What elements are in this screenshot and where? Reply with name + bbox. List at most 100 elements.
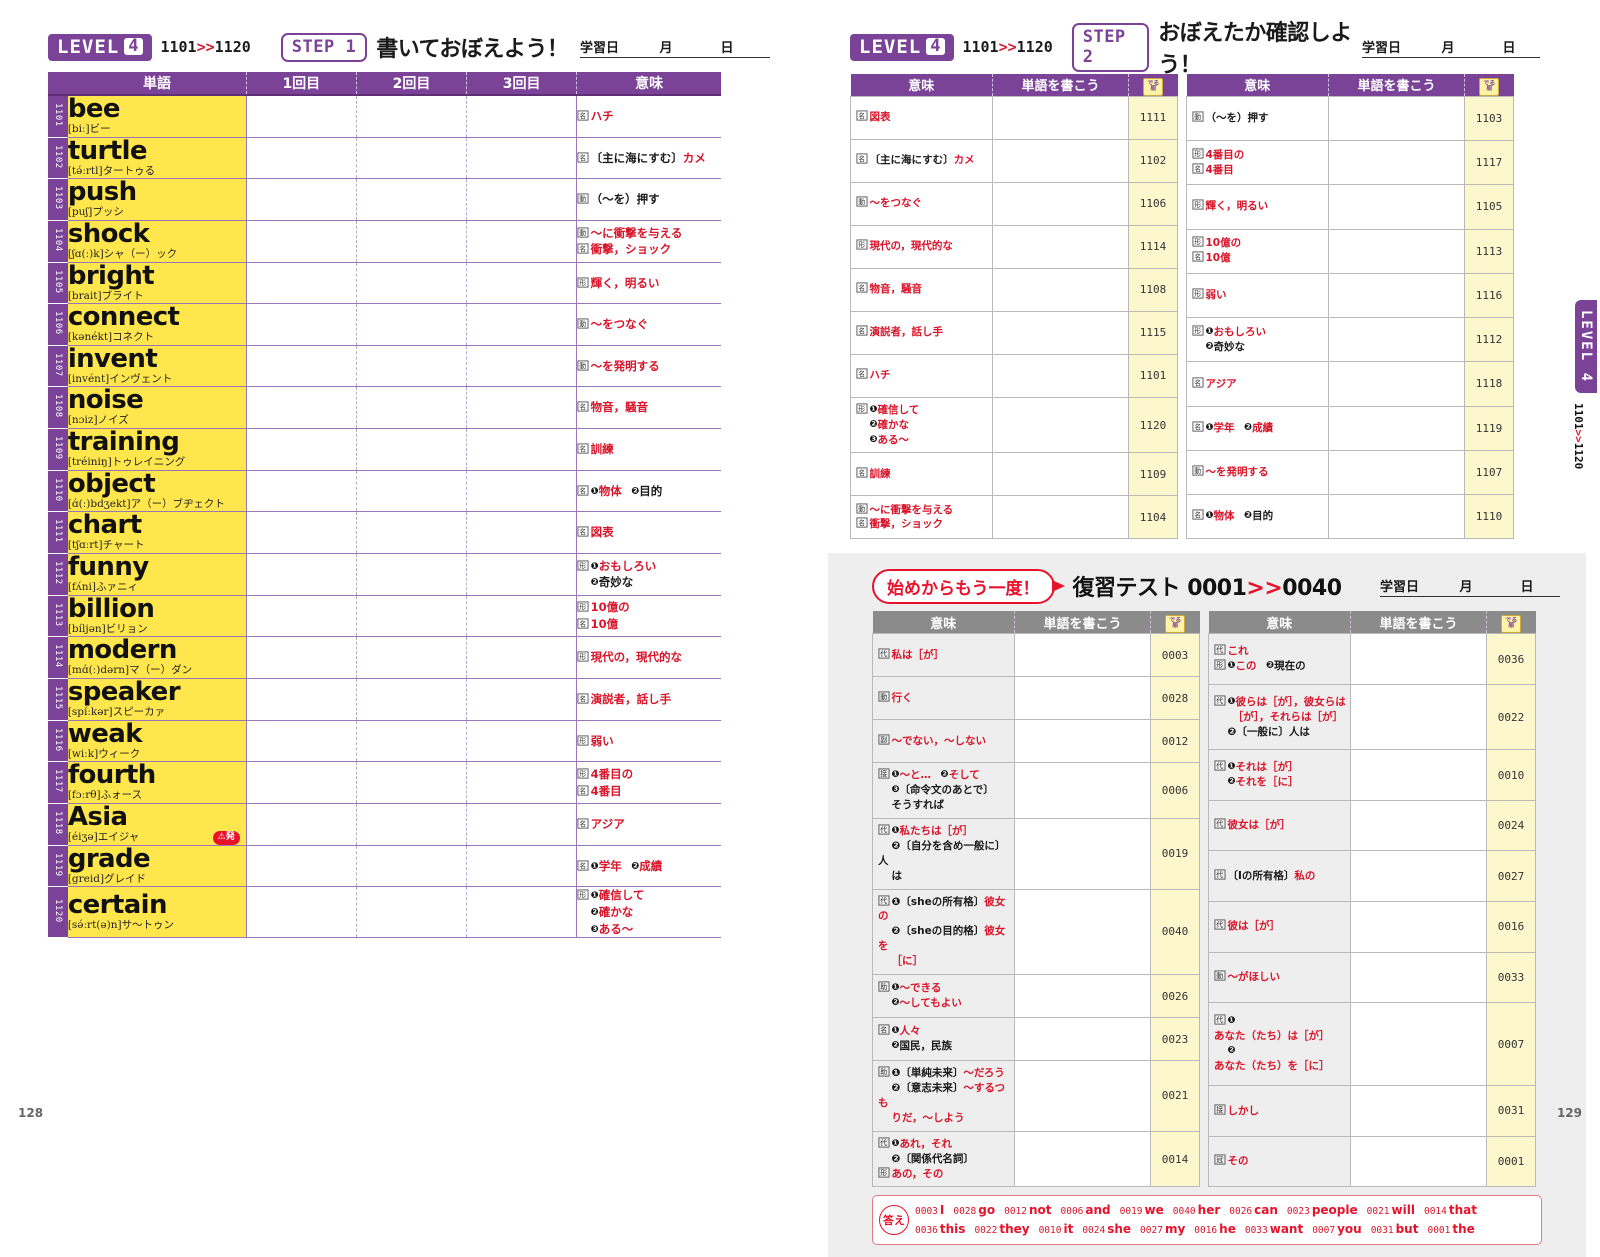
answer-input-cell[interactable] <box>1328 228 1465 274</box>
writing-cell-2[interactable] <box>356 220 468 263</box>
writing-cell-2[interactable] <box>356 803 468 846</box>
writing-cell-3[interactable] <box>466 720 578 763</box>
answer-input-cell[interactable] <box>1350 683 1487 751</box>
writing-cell-2[interactable] <box>356 720 468 763</box>
answer-input-cell[interactable] <box>1350 901 1487 953</box>
writing-cell-2[interactable] <box>356 511 468 555</box>
writing-cell-2[interactable] <box>356 595 468 638</box>
writing-cell-1[interactable] <box>246 845 357 888</box>
answer-input-cell[interactable] <box>1014 1060 1151 1132</box>
writing-cell-2[interactable] <box>356 137 468 180</box>
writing-cell-2[interactable] <box>356 93 468 138</box>
writing-cell-1[interactable] <box>246 886 357 939</box>
writing-cell-2[interactable] <box>356 345 468 388</box>
study-date-field[interactable]: 学習日 月 日 <box>580 37 770 58</box>
study-date-field-2[interactable]: 学習日 月 日 <box>1362 37 1540 58</box>
writing-cell-1[interactable] <box>246 178 357 221</box>
writing-cell-1[interactable] <box>246 345 357 388</box>
answer-input-cell[interactable] <box>992 396 1129 454</box>
answer-input-cell[interactable] <box>1328 317 1465 363</box>
answer-input-cell[interactable] <box>992 310 1129 355</box>
answer-input-cell[interactable] <box>1328 95 1465 142</box>
answer-input-cell[interactable] <box>1328 449 1465 496</box>
writing-cell-3[interactable] <box>466 845 578 888</box>
answer-input-cell[interactable] <box>1328 405 1465 451</box>
answer-input-cell[interactable] <box>1350 850 1487 902</box>
writing-cell-3[interactable] <box>466 428 578 471</box>
answer-input-cell[interactable] <box>1328 494 1465 540</box>
study-date-field-3[interactable]: 学習日 月 日 <box>1380 576 1560 597</box>
answer-input-cell[interactable] <box>1014 762 1151 819</box>
writing-cell-3[interactable] <box>466 803 578 846</box>
writing-cell-2[interactable] <box>356 428 468 471</box>
writing-cell-3[interactable] <box>466 262 578 305</box>
answer-input-cell[interactable] <box>1014 974 1151 1019</box>
writing-cell-2[interactable] <box>356 470 468 513</box>
writing-cell-2[interactable] <box>356 761 468 804</box>
answer-input-cell[interactable] <box>992 181 1129 226</box>
answer-input-cell[interactable] <box>992 495 1129 540</box>
answer-input-cell[interactable] <box>1350 799 1487 852</box>
writing-cell-2[interactable] <box>356 553 468 596</box>
writing-cell-1[interactable] <box>246 761 357 804</box>
answer-input-cell[interactable] <box>1014 633 1151 678</box>
writing-cell-1[interactable] <box>246 803 357 846</box>
writing-cell-2[interactable] <box>356 636 468 679</box>
writing-cell-1[interactable] <box>246 386 357 430</box>
answer-input-cell[interactable] <box>992 452 1129 497</box>
answer-input-cell[interactable] <box>1328 272 1465 319</box>
writing-cell-1[interactable] <box>246 553 357 596</box>
answer-input-cell[interactable] <box>1014 1130 1151 1188</box>
writing-cell-1[interactable] <box>246 220 357 263</box>
writing-cell-3[interactable] <box>466 345 578 388</box>
writing-cell-2[interactable] <box>356 845 468 888</box>
writing-cell-3[interactable] <box>466 220 578 263</box>
writing-cell-3[interactable] <box>466 470 578 513</box>
writing-cell-3[interactable] <box>466 137 578 180</box>
writing-cell-3[interactable] <box>466 93 578 138</box>
writing-cell-1[interactable] <box>246 636 357 679</box>
writing-cell-3[interactable] <box>466 886 578 939</box>
writing-cell-1[interactable] <box>246 511 357 555</box>
writing-cell-3[interactable] <box>466 303 578 346</box>
writing-cell-3[interactable] <box>466 511 578 555</box>
writing-cell-1[interactable] <box>246 720 357 763</box>
answer-input-cell[interactable] <box>992 95 1129 140</box>
writing-cell-1[interactable] <box>246 595 357 638</box>
writing-cell-2[interactable] <box>356 678 468 721</box>
answer-input-cell[interactable] <box>1350 1002 1487 1087</box>
writing-cell-2[interactable] <box>356 262 468 305</box>
writing-cell-2[interactable] <box>356 386 468 430</box>
writing-cell-1[interactable] <box>246 303 357 346</box>
answer-input-cell[interactable] <box>1014 719 1151 764</box>
answer-input-cell[interactable] <box>992 138 1129 183</box>
writing-cell-1[interactable] <box>246 262 357 305</box>
answer-input-cell[interactable] <box>992 353 1129 398</box>
writing-cell-3[interactable] <box>466 636 578 679</box>
answer-input-cell[interactable] <box>992 267 1129 312</box>
answer-input-cell[interactable] <box>992 224 1129 269</box>
answer-input-cell[interactable] <box>1014 676 1151 721</box>
writing-cell-3[interactable] <box>466 386 578 430</box>
answer-input-cell[interactable] <box>1014 1017 1151 1062</box>
answer-input-cell[interactable] <box>1350 951 1487 1004</box>
writing-cell-3[interactable] <box>466 678 578 721</box>
answer-input-cell[interactable] <box>1350 1135 1487 1188</box>
writing-cell-1[interactable] <box>246 93 357 138</box>
writing-cell-3[interactable] <box>466 761 578 804</box>
writing-cell-2[interactable] <box>356 303 468 346</box>
answer-input-cell[interactable] <box>1014 817 1151 890</box>
answer-input-cell[interactable] <box>1350 1085 1487 1137</box>
writing-cell-3[interactable] <box>466 553 578 596</box>
writing-cell-2[interactable] <box>356 886 468 939</box>
writing-cell-1[interactable] <box>246 137 357 180</box>
answer-input-cell[interactable] <box>1328 361 1465 407</box>
writing-cell-1[interactable] <box>246 678 357 721</box>
answer-input-cell[interactable] <box>1328 140 1465 186</box>
writing-cell-1[interactable] <box>246 470 357 513</box>
writing-cell-3[interactable] <box>466 178 578 221</box>
answer-input-cell[interactable] <box>1014 888 1151 976</box>
writing-cell-3[interactable] <box>466 595 578 638</box>
writing-cell-1[interactable] <box>246 428 357 471</box>
answer-input-cell[interactable] <box>1350 749 1487 801</box>
